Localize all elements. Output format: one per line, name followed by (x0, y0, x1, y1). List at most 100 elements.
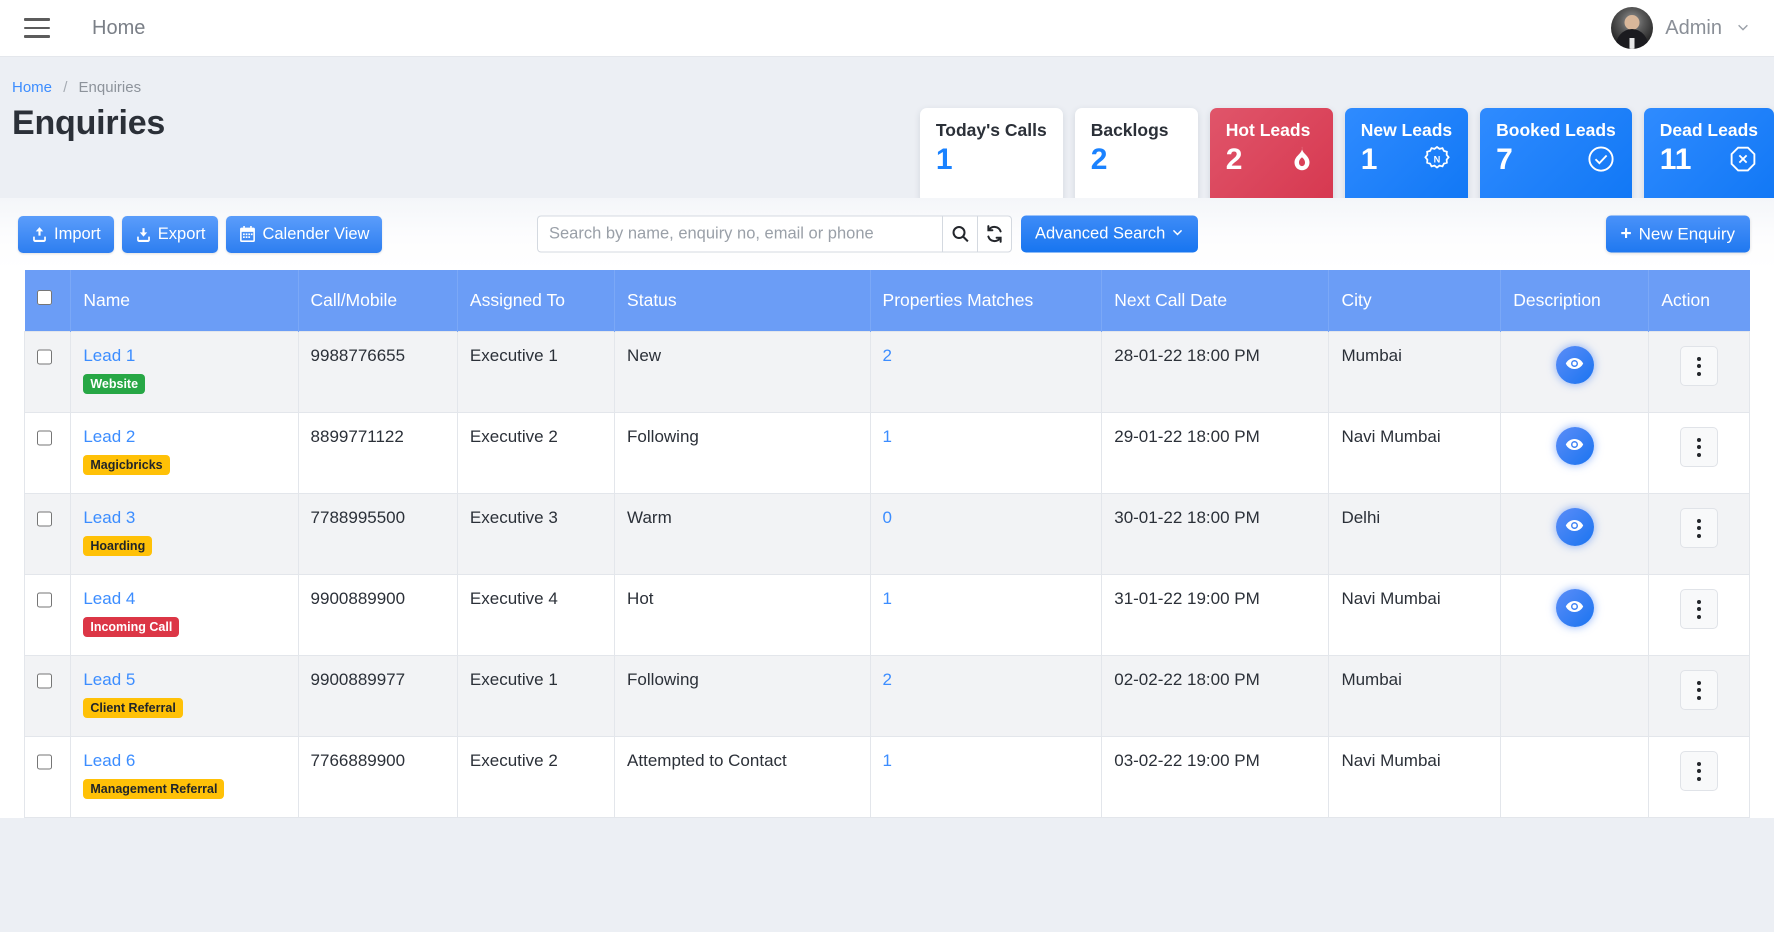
lead-name-link[interactable]: Lead 4 (83, 589, 135, 608)
table-row: Lead 6 Management Referral 7766889900 Execu… (23, 735, 1750, 818)
lead-name-link[interactable]: Lead 3 (83, 508, 135, 527)
next-call-date-cell: 28-01-22 18:00 PM (1101, 330, 1330, 413)
advanced-search-button[interactable]: Advanced Search (1021, 215, 1199, 253)
column-header-action[interactable]: Action (1648, 270, 1750, 331)
properties-matches-cell: 1 (869, 411, 1103, 494)
next-call-date-cell: 02-02-22 18:00 PM (1101, 654, 1330, 737)
row-checkbox[interactable] (37, 348, 52, 365)
properties-matches-link[interactable]: 1 (883, 589, 892, 608)
import-button[interactable]: Import (18, 215, 114, 253)
city-cell: Navi Mumbai (1328, 735, 1502, 818)
view-description-button[interactable] (1555, 345, 1594, 384)
breadcrumb-home-link[interactable]: Home (12, 79, 52, 96)
eye-icon (1565, 516, 1584, 538)
row-select-cell (23, 573, 72, 656)
advanced-search-label: Advanced Search (1035, 224, 1166, 243)
row-checkbox[interactable] (37, 591, 52, 608)
user-menu[interactable]: Admin (1611, 7, 1750, 49)
assigned-to-cell: Executive 2 (456, 411, 616, 494)
properties-matches-link[interactable]: 2 (883, 346, 892, 365)
lead-name-link[interactable]: Lead 1 (83, 346, 135, 365)
stat-card-booked-leads[interactable]: Booked Leads 7 (1480, 108, 1632, 210)
page-header: Home / Enquiries Enquiries Today's Calls… (0, 57, 1774, 210)
stat-card-title: Today's Calls (935, 120, 1047, 140)
column-header-call-mobile[interactable]: Call/Mobile (298, 270, 458, 331)
mobile-cell: 7788995500 (297, 492, 458, 575)
row-actions-menu-button[interactable] (1680, 751, 1719, 791)
lead-source-tag: Incoming Call (83, 616, 180, 637)
stat-card-new-leads[interactable]: New Leads 1 N (1344, 108, 1469, 210)
plus-icon: + (1620, 223, 1632, 245)
search-group: Advanced Search (537, 215, 1199, 253)
hamburger-icon[interactable] (24, 18, 50, 38)
stat-card-value-row: 7 (1496, 141, 1616, 178)
row-checkbox[interactable] (37, 753, 52, 770)
upload-icon (31, 226, 48, 243)
breadcrumb-current: Enquiries (78, 79, 142, 96)
lead-name-link[interactable]: Lead 5 (83, 670, 135, 689)
view-description-button[interactable] (1555, 588, 1594, 627)
octagon-x-icon (1728, 144, 1758, 174)
view-description-button[interactable] (1555, 426, 1594, 465)
nav-home-link[interactable]: Home (92, 17, 145, 40)
new-enquiry-button[interactable]: + New Enquiry (1605, 215, 1750, 253)
lead-name-cell: Lead 5 Client Referral (70, 654, 299, 737)
column-header-status[interactable]: Status (614, 270, 871, 331)
lead-name-cell: Lead 3 Hoarding (70, 492, 299, 575)
lead-name-link[interactable]: Lead 6 (83, 751, 135, 770)
assigned-to-cell: Executive 2 (456, 735, 616, 818)
column-header-city[interactable]: City (1328, 270, 1502, 331)
lead-source-tag: Client Referral (83, 697, 183, 718)
row-actions-menu-button[interactable] (1680, 670, 1719, 710)
new-enquiry-label: New Enquiry (1638, 224, 1735, 243)
description-cell (1500, 735, 1650, 818)
column-header-description[interactable]: Description (1500, 270, 1650, 331)
column-header-properties-matches[interactable]: Properties Matches (870, 270, 1103, 331)
stat-card-value: 11 (1659, 143, 1692, 176)
stat-card-backlogs[interactable]: Backlogs 2 (1074, 108, 1198, 204)
row-checkbox[interactable] (37, 672, 52, 689)
calendar-view-button[interactable]: Calender View (226, 215, 383, 253)
properties-matches-link[interactable]: 1 (883, 751, 892, 770)
properties-matches-link[interactable]: 0 (883, 508, 892, 527)
stat-card-dead-leads[interactable]: Dead Leads 11 (1643, 108, 1774, 210)
row-select-cell (23, 411, 72, 494)
stat-card-value-row: 2 (1091, 141, 1182, 178)
properties-matches-link[interactable]: 1 (883, 427, 892, 446)
stat-card-hot-leads[interactable]: Hot Leads 2 (1209, 108, 1333, 210)
lead-name-cell: Lead 2 Magicbricks (70, 411, 299, 494)
lead-source-tag: Management Referral (83, 778, 225, 799)
refresh-button[interactable] (977, 215, 1012, 253)
search-button[interactable] (942, 215, 977, 253)
assigned-to-cell: Executive 3 (456, 492, 616, 575)
row-select-cell (23, 492, 72, 575)
column-header-next-call-date[interactable]: Next Call Date (1101, 270, 1330, 331)
stat-card-value-row: 1 (936, 141, 1047, 178)
stat-card-today-s-calls[interactable]: Today's Calls 1 (919, 108, 1063, 204)
row-actions-menu-button[interactable] (1680, 508, 1719, 548)
row-actions-menu-button[interactable] (1680, 589, 1719, 629)
search-input[interactable] (537, 215, 942, 253)
refresh-icon (985, 225, 1004, 244)
column-header-assigned-to[interactable]: Assigned To (457, 270, 616, 331)
row-actions-menu-button[interactable] (1680, 346, 1719, 386)
chevron-down-icon (1171, 225, 1184, 244)
properties-matches-link[interactable]: 2 (883, 670, 892, 689)
lead-name-link[interactable]: Lead 2 (83, 427, 135, 446)
column-header-name[interactable]: Name (70, 270, 299, 331)
stat-card-value: 7 (1496, 143, 1513, 176)
select-all-checkbox[interactable] (36, 288, 52, 308)
table-row: Lead 4 Incoming Call 9900889900 Executive 4… (23, 573, 1750, 656)
row-actions-menu-button[interactable] (1680, 427, 1719, 467)
table-body: Lead 1 Website 9988776655 Executive 1 New 2 28… (23, 330, 1750, 818)
row-checkbox[interactable] (37, 510, 52, 527)
export-button[interactable]: Export (121, 215, 219, 253)
table-row: Lead 1 Website 9988776655 Executive 1 New 2 28… (23, 330, 1750, 413)
row-checkbox[interactable] (37, 429, 52, 446)
assigned-to-cell: Executive 4 (456, 573, 616, 656)
action-cell (1648, 411, 1750, 494)
lead-name-cell: Lead 4 Incoming Call (70, 573, 299, 656)
view-description-button[interactable] (1555, 507, 1594, 546)
assigned-to-cell: Executive 1 (456, 330, 616, 413)
lead-source-tag: Magicbricks (83, 454, 170, 475)
